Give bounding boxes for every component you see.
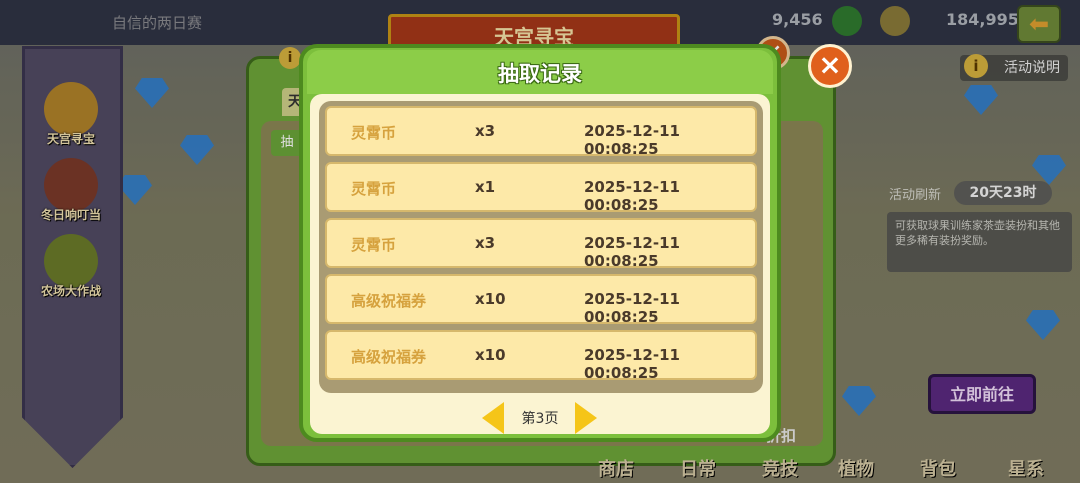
- record-item-name: 灵霄币: [351, 180, 397, 198]
- pagination: 第3页: [310, 401, 770, 435]
- record-quantity: x3: [475, 122, 496, 140]
- record-time: 2025-12-11 00:08:25: [584, 178, 680, 214]
- page-indicator: 第3页: [521, 411, 559, 427]
- record-row: 高级祝福券 x10 2025-12-11 00:08:25: [325, 330, 757, 382]
- record-time: 2025-12-11 00:08:25: [584, 346, 680, 382]
- record-quantity: x1: [475, 178, 496, 196]
- record-item-name: 灵霄币: [351, 124, 397, 142]
- next-page-arrow-icon[interactable]: [575, 402, 597, 434]
- dialog-close-button[interactable]: ×: [808, 44, 852, 88]
- prev-page-arrow-icon[interactable]: [482, 402, 504, 434]
- record-time: 2025-12-11 00:08:25: [584, 122, 680, 158]
- record-row: 灵霄币 x3 2025-12-11 00:08:25: [325, 106, 757, 158]
- record-list: 灵霄币 x3 2025-12-11 00:08:25 灵霄币 x1 2025-1…: [319, 101, 763, 393]
- record-row: 灵霄币 x3 2025-12-11 00:08:25: [325, 218, 757, 270]
- record-time: 2025-12-11 00:08:25: [584, 234, 680, 270]
- dialog-title: 抽取记录: [498, 62, 582, 86]
- record-row: 灵霄币 x1 2025-12-11 00:08:25: [325, 162, 757, 214]
- record-quantity: x3: [475, 234, 496, 252]
- record-quantity: x10: [475, 290, 506, 308]
- record-item-name: 高级祝福券: [351, 292, 427, 310]
- record-time: 2025-12-11 00:08:25: [584, 290, 680, 326]
- record-item-name: 高级祝福券: [351, 348, 427, 366]
- record-row: 高级祝福券 x10 2025-12-11 00:08:25: [325, 274, 757, 326]
- dialog-body: 灵霄币 x3 2025-12-11 00:08:25 灵霄币 x1 2025-1…: [310, 94, 770, 434]
- record-item-name: 灵霄币: [351, 236, 397, 254]
- close-icon: ×: [818, 48, 842, 81]
- draw-record-dialog: 抽取记录 灵霄币 x3 2025-12-11 00:08:25 灵霄币 x1 2…: [299, 44, 781, 442]
- record-quantity: x10: [475, 346, 506, 364]
